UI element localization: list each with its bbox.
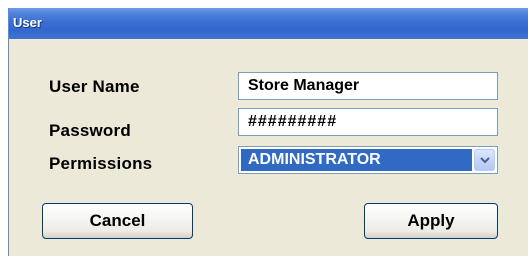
chevron-down-icon xyxy=(480,157,490,164)
user-name-label: User Name xyxy=(49,77,140,96)
window-title: User xyxy=(13,15,42,30)
user-dialog: User User Name Store Manager Password ##… xyxy=(8,8,528,256)
user-name-field[interactable]: Store Manager xyxy=(238,72,498,100)
apply-button[interactable]: Apply xyxy=(364,203,498,239)
title-bar[interactable]: User xyxy=(9,8,528,39)
password-label: Password xyxy=(49,121,131,140)
permissions-selected-value[interactable]: ADMINISTRATOR xyxy=(241,149,472,171)
password-field[interactable]: ######### xyxy=(238,108,498,136)
permissions-dropdown[interactable]: ADMINISTRATOR xyxy=(238,146,498,174)
dropdown-button[interactable] xyxy=(474,149,495,171)
cancel-button[interactable]: Cancel xyxy=(42,203,193,239)
permissions-label: Permissions xyxy=(49,154,153,173)
